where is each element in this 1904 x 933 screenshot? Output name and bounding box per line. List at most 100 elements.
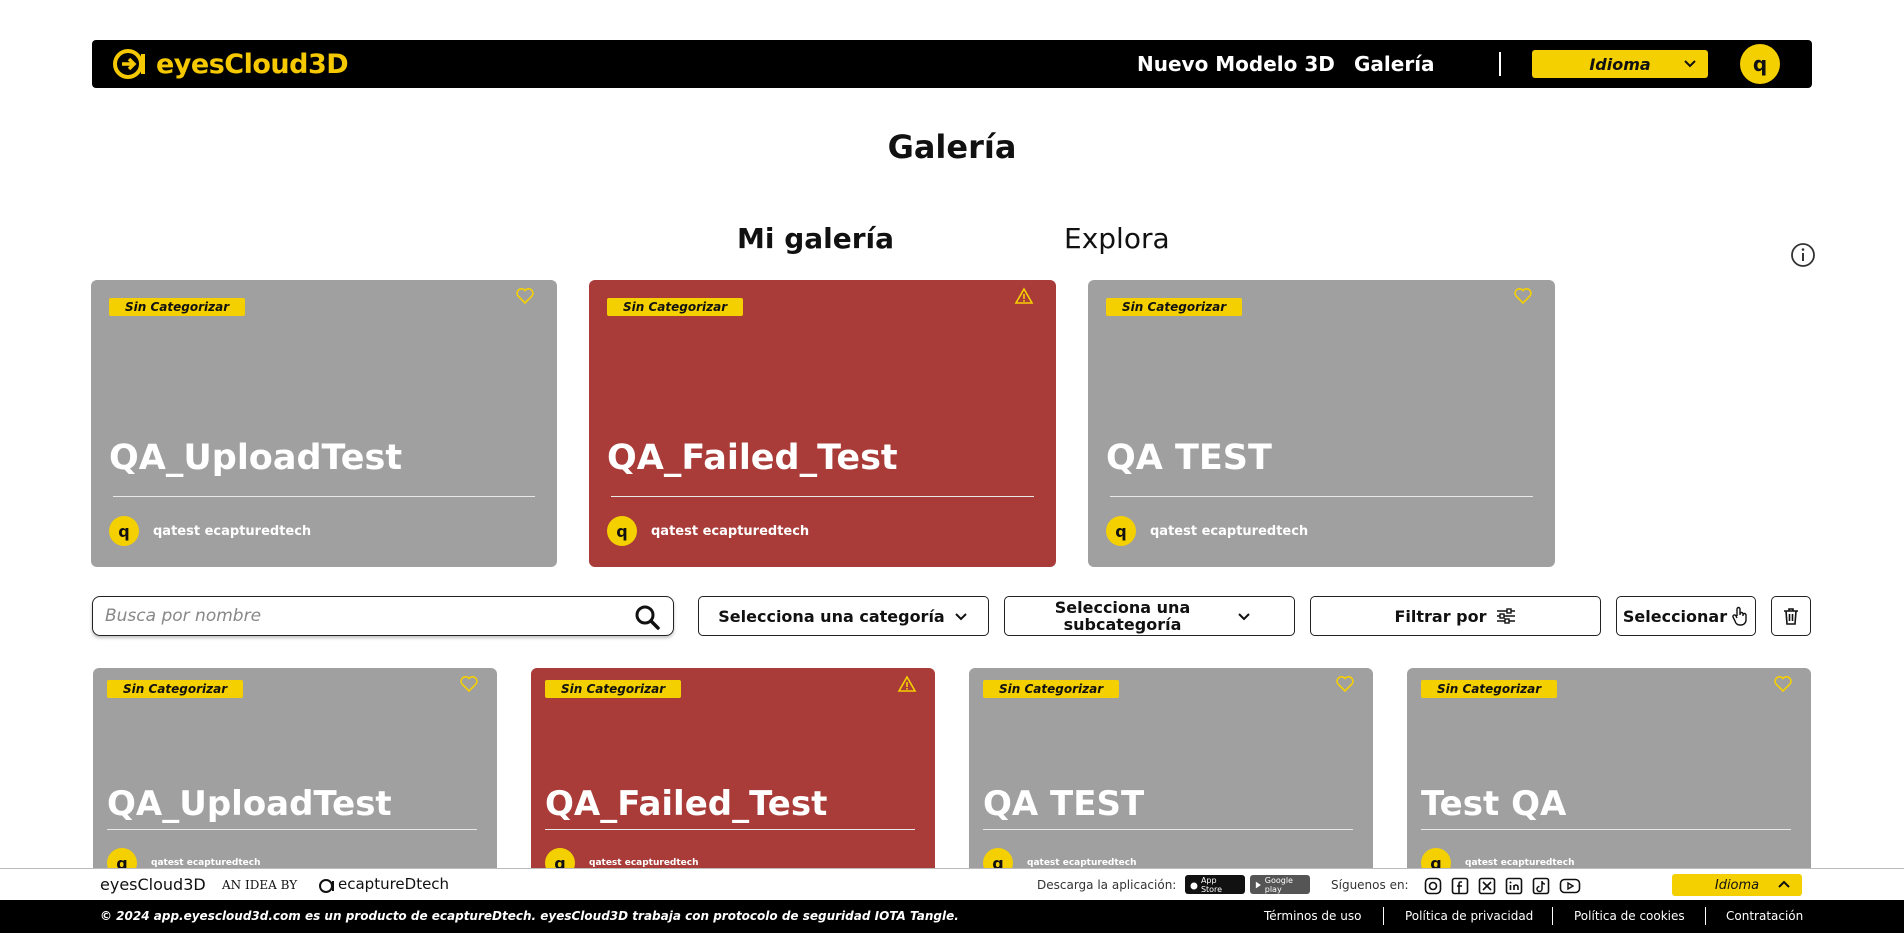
footer-divider — [1383, 907, 1384, 925]
category-select-label: Selecciona una categoría — [718, 606, 945, 626]
app-store-badge[interactable]: App Store — [1185, 875, 1245, 894]
author-avatar: q — [607, 516, 637, 546]
nav-new-model[interactable]: Nuevo Modelo 3D — [1137, 52, 1335, 76]
category-select[interactable]: Selecciona una categoría — [698, 596, 989, 636]
select-button[interactable]: Seleccionar — [1616, 596, 1756, 636]
ecapturedtech-logo-icon — [319, 879, 334, 893]
search-icon[interactable] — [633, 603, 661, 631]
subcategory-select-label: Selecciona una subcategoría — [1054, 598, 1191, 634]
card-divider — [107, 829, 477, 830]
card-author: qatest ecapturedtech — [651, 524, 810, 539]
footer-divider — [1552, 907, 1553, 925]
linkedin-icon[interactable] — [1505, 877, 1523, 895]
tiktok-icon[interactable] — [1532, 877, 1550, 895]
footer-language-label: Idioma — [1714, 877, 1760, 893]
card-author: qatest ecapturedtech — [1027, 858, 1137, 868]
card-author: qatest ecapturedtech — [153, 524, 312, 539]
nav-divider — [1499, 52, 1501, 76]
delete-button[interactable] — [1771, 596, 1811, 636]
footer-brand[interactable]: eyesCloud3D — [100, 875, 206, 894]
warning-icon — [897, 675, 917, 692]
trash-icon — [1784, 608, 1798, 625]
facebook-icon[interactable] — [1451, 877, 1469, 895]
follow-label: Síguenos en: — [1331, 878, 1409, 892]
tab-my-gallery[interactable]: Mi galería — [737, 222, 894, 255]
x-icon[interactable] — [1478, 877, 1496, 895]
filter-by-button[interactable]: Filtrar por — [1310, 596, 1601, 636]
info-icon[interactable] — [1790, 242, 1816, 268]
card-author: qatest ecapturedtech — [1465, 858, 1575, 868]
logo[interactable]: eyesCloud3D — [112, 48, 349, 80]
eyescloud-logo-icon — [113, 49, 145, 79]
card-divider — [611, 496, 1034, 497]
card-title: QA_Failed_Test — [545, 784, 828, 824]
card-author: qatest ecapturedtech — [589, 858, 699, 868]
nav-gallery[interactable]: Galería — [1354, 52, 1435, 76]
card-title: QA TEST — [983, 784, 1145, 824]
heart-icon[interactable] — [1773, 674, 1793, 694]
featured-card[interactable]: Sin Categorizar QA TEST q qatest ecaptur… — [1088, 280, 1555, 567]
card-title: Test QA — [1421, 784, 1567, 824]
select-label: Seleccionar — [1622, 606, 1728, 626]
footer-divider — [1705, 907, 1706, 925]
contract-link[interactable]: Contratación — [1726, 909, 1803, 923]
download-label: Descarga la aplicación: — [1037, 878, 1177, 892]
heart-icon[interactable] — [459, 674, 479, 694]
warning-icon — [1014, 287, 1034, 304]
terms-link[interactable]: Términos de uso — [1264, 909, 1361, 923]
play-icon — [1255, 881, 1261, 888]
language-label: Idioma — [1589, 54, 1651, 74]
filter-by-label: Filtrar por — [1394, 606, 1487, 626]
hand-pointer-icon — [1732, 606, 1747, 626]
apple-icon — [1190, 882, 1198, 889]
author-avatar: q — [1106, 516, 1136, 546]
chevron-up-icon — [1778, 880, 1790, 888]
heart-icon[interactable] — [1335, 674, 1355, 694]
category-badge: Sin Categorizar — [1421, 680, 1558, 698]
category-badge: Sin Categorizar — [1106, 298, 1243, 316]
app-store-label: App Store — [1200, 875, 1223, 894]
privacy-link[interactable]: Política de privacidad — [1405, 909, 1533, 923]
card-title: QA_UploadTest — [109, 438, 403, 478]
heart-icon[interactable] — [515, 286, 535, 306]
google-play-badge[interactable]: Google play — [1250, 875, 1310, 894]
card-divider — [113, 496, 535, 497]
chevron-down-icon — [1237, 613, 1250, 621]
top-navbar: eyesCloud3D Nuevo Modelo 3D Galería Idio… — [92, 40, 1812, 88]
card-title: QA_Failed_Test — [607, 438, 898, 478]
category-badge: Sin Categorizar — [983, 680, 1120, 698]
sliders-icon — [1496, 608, 1515, 624]
footer-bottom: © 2024 app.eyescloud3d.com es un product… — [0, 900, 1904, 933]
chevron-down-icon — [1684, 60, 1696, 68]
card-divider — [545, 829, 915, 830]
category-badge: Sin Categorizar — [607, 298, 744, 316]
search-input[interactable] — [105, 603, 605, 629]
page-title: Galería — [887, 128, 1017, 166]
card-title: QA_UploadTest — [107, 784, 392, 824]
heart-icon[interactable] — [1513, 286, 1533, 306]
featured-card[interactable]: Sin Categorizar QA_UploadTest q qatest e… — [91, 280, 557, 567]
footer-company[interactable]: ecaptureDtech — [338, 875, 449, 893]
user-avatar[interactable]: q — [1740, 44, 1780, 84]
card-author: qatest ecapturedtech — [1150, 524, 1309, 539]
card-author: qatest ecapturedtech — [151, 858, 261, 868]
subcategory-select[interactable]: Selecciona una subcategoría — [1004, 596, 1295, 636]
google-play-label: Google play — [1264, 875, 1293, 894]
footer-language-select[interactable]: Idioma — [1672, 874, 1802, 896]
cookies-link[interactable]: Política de cookies — [1574, 909, 1685, 923]
category-badge: Sin Categorizar — [107, 680, 244, 698]
youtube-icon[interactable] — [1559, 877, 1581, 895]
copyright-text: © 2024 app.eyescloud3d.com es un product… — [100, 909, 959, 923]
logo-text: eyesCloud3D — [156, 48, 349, 80]
language-select[interactable]: Idioma — [1532, 50, 1708, 78]
card-divider — [983, 829, 1353, 830]
tab-explore[interactable]: Explora — [1064, 222, 1170, 255]
footer-idea-by: AN IDEA BY — [222, 878, 298, 892]
card-title: QA TEST — [1106, 438, 1272, 478]
card-divider — [1110, 496, 1533, 497]
gallery-page: eyesCloud3D Nuevo Modelo 3D Galería Idio… — [0, 0, 1904, 933]
search-box — [92, 596, 674, 636]
author-avatar: q — [109, 516, 139, 546]
instagram-icon[interactable] — [1424, 877, 1442, 895]
featured-card[interactable]: Sin Categorizar QA_Failed_Test q qatest … — [589, 280, 1056, 567]
